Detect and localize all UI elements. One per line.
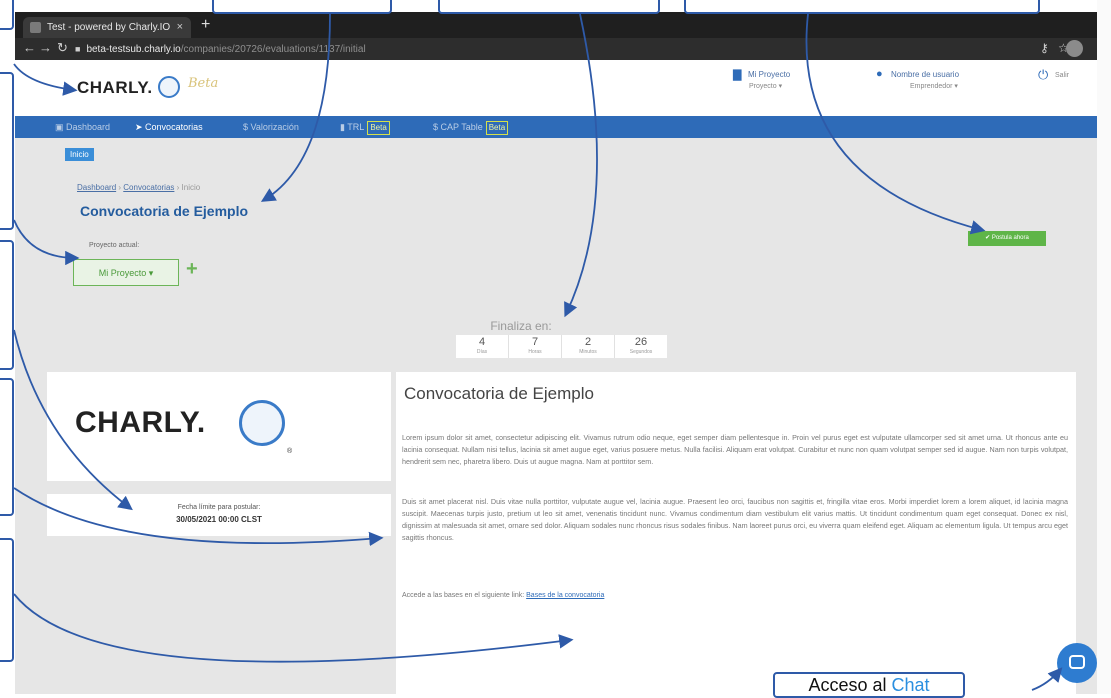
countdown-label: Finaliza en: [490,319,552,333]
project-menu[interactable]: Mi Proyecto [748,70,790,79]
page-content: Inicio Dashboard › Convocatorias › Inici… [15,138,1097,694]
browser-window: Test - powered by Charly.IO × + ← → ↻ ■ b… [15,12,1097,694]
nav-valorizacion[interactable]: $ Valorización [243,116,299,138]
countdown-seconds: 26 Segundos [615,335,667,358]
url-domain: beta-testsub.charly.io [86,44,181,55]
deadline-value: 30/05/2021 00:00 CLST [176,515,262,524]
logo-mark-icon [239,400,285,446]
chat-annotation: Acceso al Chat [773,672,965,698]
bases-link[interactable]: Bases de la convocatoria [526,592,604,599]
page-title: Convocatoria de Ejemplo [80,203,249,219]
profile-avatar[interactable] [1066,40,1083,57]
annotation-box [438,0,660,14]
countdown-unit: Días [476,349,488,355]
user-icon: ● [876,68,883,80]
page-edge [1097,0,1111,694]
chat-icon [1069,655,1085,669]
nav-cap-table-label: CAP Table [440,122,483,132]
new-tab-icon[interactable]: + [201,16,210,34]
nav-convocatorias[interactable]: ➤ Convocatorias [135,116,203,138]
app-header: CHARLY. Beta ▇ Mi Proyecto Proyecto ▾ ● … [15,60,1097,116]
header-logo[interactable]: CHARLY. [77,78,153,98]
role-dropdown[interactable]: Emprendedor ▾ [910,82,958,90]
reload-icon[interactable]: ↻ [57,40,68,56]
add-project-button[interactable]: + [186,257,198,281]
key-icon[interactable]: ⚷ [1040,41,1049,55]
deadline-label: Fecha límite para postular: [177,504,261,511]
beta-label: Beta [188,76,219,91]
annotation-box [684,0,1040,14]
annotation-box [0,240,14,370]
url-path: /companies/20726/evaluations/1137/initia… [180,44,366,55]
logout-link[interactable]: Salir [1055,72,1069,79]
cap-beta-tag: Beta [485,121,509,135]
nav-dashboard-label: Dashboard [66,122,111,132]
chat-annotation-highlight: Chat [891,675,930,695]
lock-icon: ■ [75,44,81,54]
tab-title: Test - powered by Charly.IO [47,22,171,33]
countdown-value: 2 [584,336,592,348]
annotation-box [212,0,392,14]
annotation-box [0,0,14,30]
countdown-hours: 7 Horas [509,335,562,358]
nav-trl-label: TRL [347,122,365,132]
project-select[interactable]: Mi Proyecto ▾ [73,259,179,286]
back-icon[interactable]: ← [23,40,36,55]
project-label: Proyecto actual: [89,242,140,249]
convocatoria-logo: CHARLY. [75,406,206,439]
nav-dashboard[interactable]: ▣ Dashboard [55,116,110,138]
main-navbar: ▣ Dashboard ➤ Convocatorias $ Valorizaci… [15,116,1097,138]
address-bar: ← → ↻ ■ beta-testsub.charly.io/companies/… [15,38,1097,60]
countdown-value: 26 [634,336,648,348]
breadcrumb-convocatorias[interactable]: Convocatorias [123,183,174,192]
countdown-unit: Minutos [579,349,597,355]
forward-icon[interactable]: → [39,40,52,55]
url-field[interactable]: ■ beta-testsub.charly.io/companies/20726/… [75,41,1025,57]
favicon-icon [30,22,41,33]
bases-line: Accede a las bases en el siguiente link:… [402,592,604,599]
inicio-chip[interactable]: Inicio [65,148,94,161]
countdown-unit: Horas [528,349,542,355]
postular-button[interactable]: ✔ Postula ahora [968,231,1046,246]
chat-annotation-text: Acceso al [808,675,892,695]
description-title: Convocatoria de Ejemplo [404,384,594,403]
description-paragraph: Lorem ipsum dolor sit amet, consectetur … [402,433,1068,466]
description-paragraph: Duis sit amet placerat nisl. Duis vitae … [402,497,1068,542]
countdown-days: 4 Días [456,335,509,358]
close-tab-icon[interactable]: × [177,17,183,38]
nav-valorizacion-label: Valorización [250,122,299,132]
breadcrumb: Dashboard › Convocatorias › Inicio [77,183,200,192]
nav-trl[interactable]: ▮ TRL Beta [340,116,390,138]
countdown-value: 4 [478,336,486,348]
countdown-minutes: 2 Minutos [562,335,615,358]
trl-beta-tag: Beta [367,121,390,135]
tab-bar: Test - powered by Charly.IO × + [15,12,1097,38]
description-card: Convocatoria de Ejemplo Lorem ipsum dolo… [396,372,1076,694]
annotation-box [0,538,14,662]
breadcrumb-dashboard[interactable]: Dashboard [77,183,116,192]
browser-tab[interactable]: Test - powered by Charly.IO × [23,17,191,38]
countdown-timer: 4 Días 7 Horas 2 Minutos 26 Segundos [456,335,667,358]
bases-prefix: Accede a las bases en el siguiente link: [402,592,527,599]
building-icon: ▇ [733,69,742,81]
breadcrumb-current: Inicio [181,183,201,192]
user-menu[interactable]: Nombre de usuario [891,70,959,79]
nav-convocatorias-label: Convocatorias [145,122,203,132]
countdown-value: 7 [531,336,539,348]
logo-mark-icon [158,76,180,98]
deadline-card: Fecha límite para postular: 30/05/2021 0… [47,494,391,536]
project-dropdown[interactable]: Proyecto ▾ [749,82,782,90]
nav-cap-table[interactable]: $ CAP Table Beta [433,116,509,138]
power-icon[interactable]: ⏻ [1038,67,1048,83]
logo-card: CHARLY. ® [47,372,391,481]
chat-button[interactable] [1057,643,1097,683]
annotation-box [0,72,14,230]
annotation-box [0,378,14,516]
registered-mark: ® [287,448,293,455]
countdown-unit: Segundos [629,349,653,355]
